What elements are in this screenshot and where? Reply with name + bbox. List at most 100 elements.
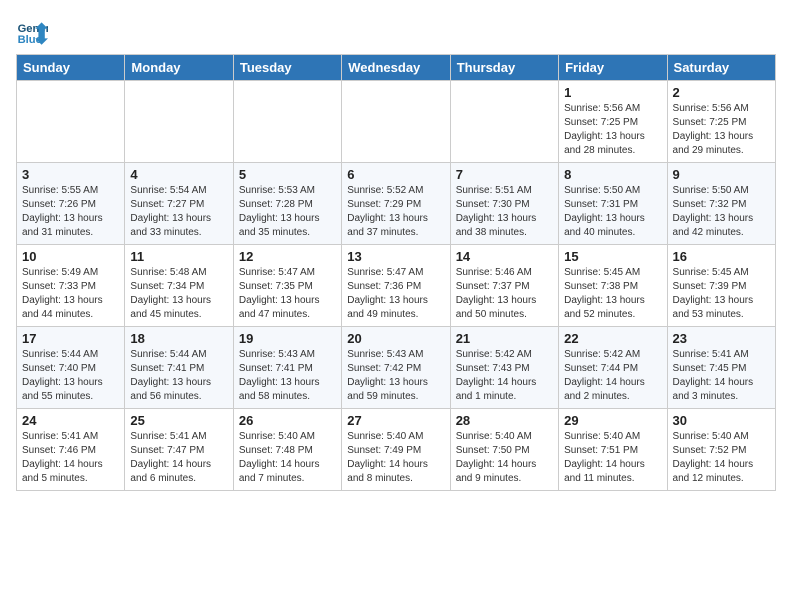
calendar-header-row: SundayMondayTuesdayWednesdayThursdayFrid…: [17, 55, 776, 81]
day-number: 11: [130, 249, 227, 264]
calendar-cell: 18 Sunrise: 5:44 AM Sunset: 7:41 PM Dayli…: [125, 327, 233, 409]
logo: General Blue: [16, 16, 52, 48]
calendar-cell: 23 Sunrise: 5:41 AM Sunset: 7:45 PM Dayli…: [667, 327, 775, 409]
day-number: 12: [239, 249, 336, 264]
week-row-3: 17 Sunrise: 5:44 AM Sunset: 7:40 PM Dayli…: [17, 327, 776, 409]
day-info: Sunrise: 5:55 AM Sunset: 7:26 PM Dayligh…: [22, 184, 119, 240]
calendar-cell: 12Sunrise: 5:47 AM Sunset: 7:35 PM Dayli…: [233, 245, 341, 327]
calendar-cell: 21 Sunrise: 5:42 AM Sunset: 7:43 PM Dayli…: [450, 327, 558, 409]
day-info: Sunrise: 5:42 AM Sunset: 7:44 PM Dayligh…: [564, 348, 661, 404]
day-number: 9: [673, 167, 770, 182]
calendar-cell: 26 Sunrise: 5:40 AM Sunset: 7:48 PM Dayli…: [233, 409, 341, 491]
day-info: Sunrise: 5:47 AM Sunset: 7:36 PM Dayligh…: [347, 266, 444, 322]
day-info: Sunrise: 5:53 AM Sunset: 7:28 PM Dayligh…: [239, 184, 336, 240]
day-info: Sunrise: 5:56 AM Sunset: 7:25 PM Dayligh…: [673, 102, 770, 158]
week-row-2: 10Sunrise: 5:49 AM Sunset: 7:33 PM Dayli…: [17, 245, 776, 327]
day-number: 1: [564, 85, 661, 100]
calendar-cell: 20 Sunrise: 5:43 AM Sunset: 7:42 PM Dayli…: [342, 327, 450, 409]
day-number: 21: [456, 331, 553, 346]
calendar-cell: 25 Sunrise: 5:41 AM Sunset: 7:47 PM Dayli…: [125, 409, 233, 491]
day-number: 6: [347, 167, 444, 182]
calendar-cell: 7Sunrise: 5:51 AM Sunset: 7:30 PM Daylig…: [450, 163, 558, 245]
day-info: Sunrise: 5:40 AM Sunset: 7:49 PM Dayligh…: [347, 430, 444, 486]
day-number: 19: [239, 331, 336, 346]
col-header-tuesday: Tuesday: [233, 55, 341, 81]
calendar-cell: 28 Sunrise: 5:40 AM Sunset: 7:50 PM Dayli…: [450, 409, 558, 491]
day-info: Sunrise: 5:41 AM Sunset: 7:47 PM Dayligh…: [130, 430, 227, 486]
day-number: 30: [673, 413, 770, 428]
calendar-cell: 4 Sunrise: 5:54 AM Sunset: 7:27 PM Daylig…: [125, 163, 233, 245]
calendar-cell: 29 Sunrise: 5:40 AM Sunset: 7:51 PM Dayli…: [559, 409, 667, 491]
day-info: Sunrise: 5:56 AM Sunset: 7:25 PM Dayligh…: [564, 102, 661, 158]
calendar-cell: 19 Sunrise: 5:43 AM Sunset: 7:41 PM Dayli…: [233, 327, 341, 409]
day-info: Sunrise: 5:40 AM Sunset: 7:52 PM Dayligh…: [673, 430, 770, 486]
calendar-cell: 5 Sunrise: 5:53 AM Sunset: 7:28 PM Daylig…: [233, 163, 341, 245]
day-info: Sunrise: 5:40 AM Sunset: 7:51 PM Dayligh…: [564, 430, 661, 486]
day-info: Sunrise: 5:45 AM Sunset: 7:38 PM Dayligh…: [564, 266, 661, 322]
day-number: 20: [347, 331, 444, 346]
day-info: Sunrise: 5:43 AM Sunset: 7:42 PM Dayligh…: [347, 348, 444, 404]
day-number: 25: [130, 413, 227, 428]
col-header-monday: Monday: [125, 55, 233, 81]
calendar: SundayMondayTuesdayWednesdayThursdayFrid…: [16, 54, 776, 491]
col-header-friday: Friday: [559, 55, 667, 81]
day-info: Sunrise: 5:41 AM Sunset: 7:45 PM Dayligh…: [673, 348, 770, 404]
calendar-cell: 3 Sunrise: 5:55 AM Sunset: 7:26 PM Daylig…: [17, 163, 125, 245]
calendar-cell: 9Sunrise: 5:50 AM Sunset: 7:32 PM Daylig…: [667, 163, 775, 245]
calendar-cell: 30 Sunrise: 5:40 AM Sunset: 7:52 PM Dayli…: [667, 409, 775, 491]
calendar-cell: 8 Sunrise: 5:50 AM Sunset: 7:31 PM Daylig…: [559, 163, 667, 245]
day-number: 8: [564, 167, 661, 182]
calendar-cell: 13 Sunrise: 5:47 AM Sunset: 7:36 PM Dayli…: [342, 245, 450, 327]
day-number: 15: [564, 249, 661, 264]
calendar-cell: 16 Sunrise: 5:45 AM Sunset: 7:39 PM Dayli…: [667, 245, 775, 327]
calendar-cell: 11 Sunrise: 5:48 AM Sunset: 7:34 PM Dayli…: [125, 245, 233, 327]
week-row-0: 1 Sunrise: 5:56 AM Sunset: 7:25 PM Daylig…: [17, 81, 776, 163]
calendar-cell: 17 Sunrise: 5:44 AM Sunset: 7:40 PM Dayli…: [17, 327, 125, 409]
calendar-cell: 14 Sunrise: 5:46 AM Sunset: 7:37 PM Dayli…: [450, 245, 558, 327]
calendar-cell: [125, 81, 233, 163]
week-row-4: 24Sunrise: 5:41 AM Sunset: 7:46 PM Dayli…: [17, 409, 776, 491]
calendar-cell: 15 Sunrise: 5:45 AM Sunset: 7:38 PM Dayli…: [559, 245, 667, 327]
day-number: 27: [347, 413, 444, 428]
calendar-cell: 10Sunrise: 5:49 AM Sunset: 7:33 PM Dayli…: [17, 245, 125, 327]
day-number: 29: [564, 413, 661, 428]
day-number: 18: [130, 331, 227, 346]
day-info: Sunrise: 5:40 AM Sunset: 7:50 PM Dayligh…: [456, 430, 553, 486]
week-row-1: 3 Sunrise: 5:55 AM Sunset: 7:26 PM Daylig…: [17, 163, 776, 245]
day-number: 26: [239, 413, 336, 428]
calendar-cell: 2 Sunrise: 5:56 AM Sunset: 7:25 PM Daylig…: [667, 81, 775, 163]
day-info: Sunrise: 5:43 AM Sunset: 7:41 PM Dayligh…: [239, 348, 336, 404]
day-info: Sunrise: 5:50 AM Sunset: 7:31 PM Dayligh…: [564, 184, 661, 240]
col-header-thursday: Thursday: [450, 55, 558, 81]
day-number: 17: [22, 331, 119, 346]
day-info: Sunrise: 5:44 AM Sunset: 7:41 PM Dayligh…: [130, 348, 227, 404]
day-info: Sunrise: 5:42 AM Sunset: 7:43 PM Dayligh…: [456, 348, 553, 404]
day-number: 22: [564, 331, 661, 346]
day-info: Sunrise: 5:40 AM Sunset: 7:48 PM Dayligh…: [239, 430, 336, 486]
day-info: Sunrise: 5:46 AM Sunset: 7:37 PM Dayligh…: [456, 266, 553, 322]
day-number: 13: [347, 249, 444, 264]
day-number: 3: [22, 167, 119, 182]
day-info: Sunrise: 5:41 AM Sunset: 7:46 PM Dayligh…: [22, 430, 119, 486]
day-number: 14: [456, 249, 553, 264]
day-number: 16: [673, 249, 770, 264]
day-number: 28: [456, 413, 553, 428]
col-header-wednesday: Wednesday: [342, 55, 450, 81]
day-info: Sunrise: 5:45 AM Sunset: 7:39 PM Dayligh…: [673, 266, 770, 322]
day-info: Sunrise: 5:54 AM Sunset: 7:27 PM Dayligh…: [130, 184, 227, 240]
day-number: 2: [673, 85, 770, 100]
calendar-cell: [17, 81, 125, 163]
calendar-cell: 27 Sunrise: 5:40 AM Sunset: 7:49 PM Dayli…: [342, 409, 450, 491]
day-info: Sunrise: 5:44 AM Sunset: 7:40 PM Dayligh…: [22, 348, 119, 404]
calendar-cell: [450, 81, 558, 163]
calendar-cell: 24Sunrise: 5:41 AM Sunset: 7:46 PM Dayli…: [17, 409, 125, 491]
day-info: Sunrise: 5:49 AM Sunset: 7:33 PM Dayligh…: [22, 266, 119, 322]
calendar-cell: 6Sunrise: 5:52 AM Sunset: 7:29 PM Daylig…: [342, 163, 450, 245]
day-number: 23: [673, 331, 770, 346]
day-number: 4: [130, 167, 227, 182]
day-info: Sunrise: 5:48 AM Sunset: 7:34 PM Dayligh…: [130, 266, 227, 322]
header: General Blue: [16, 16, 776, 48]
day-number: 5: [239, 167, 336, 182]
day-info: Sunrise: 5:51 AM Sunset: 7:30 PM Dayligh…: [456, 184, 553, 240]
calendar-cell: 22 Sunrise: 5:42 AM Sunset: 7:44 PM Dayli…: [559, 327, 667, 409]
